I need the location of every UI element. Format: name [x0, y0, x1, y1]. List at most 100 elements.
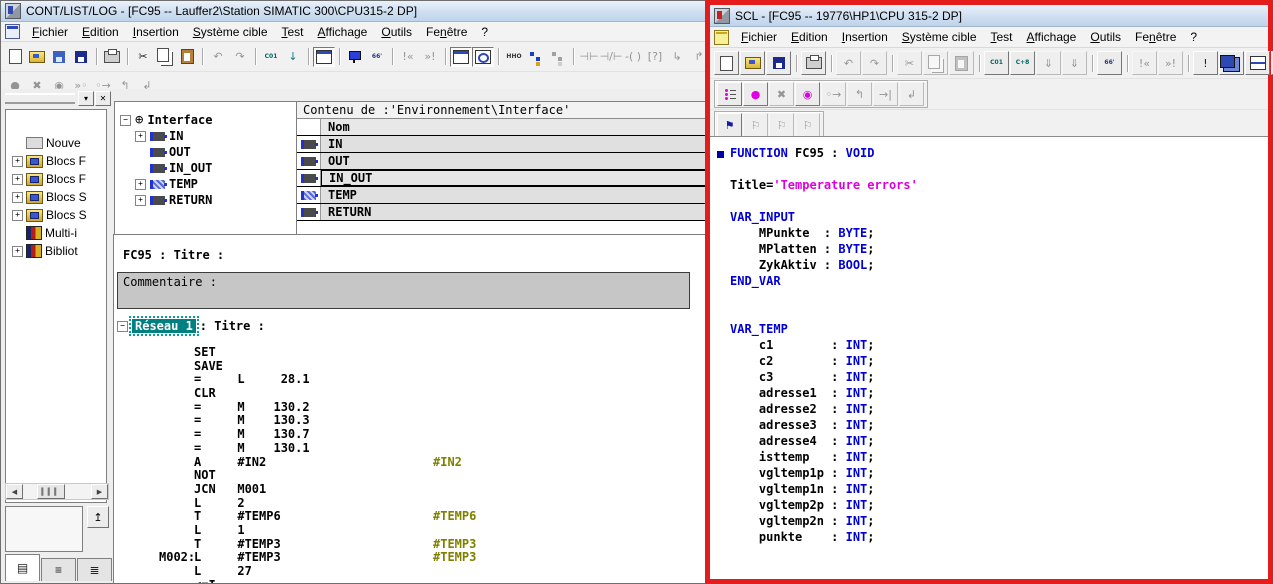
expand-icon[interactable]: +	[135, 131, 146, 142]
stl-instruction: L 2	[194, 496, 245, 510]
tab-list-view[interactable]: ≣	[77, 558, 112, 581]
monitor-toggle-button[interactable]	[313, 47, 335, 67]
paste-button[interactable]	[176, 47, 198, 67]
sidebar-item-blocs-s[interactable]: +Blocs S	[6, 206, 106, 224]
sidebar-item-bibliot[interactable]: +Bibliot	[6, 242, 106, 260]
set-breakpoint-button[interactable]: ●	[743, 82, 768, 106]
toggle-views-button[interactable]	[450, 47, 472, 67]
sidebar-grip-handle[interactable]	[5, 93, 75, 104]
print-button[interactable]	[801, 51, 826, 75]
open-button[interactable]	[740, 51, 765, 75]
program-elements-button[interactable]	[525, 47, 547, 67]
sidebar-item-blocs-s[interactable]: +Blocs S	[6, 188, 106, 206]
block-comment-box[interactable]: Commentaire :	[117, 272, 690, 309]
menu-affichage[interactable]: Affichage	[311, 24, 375, 40]
expand-icon[interactable]: +	[135, 179, 146, 190]
table-row-out[interactable]: OUT	[297, 153, 711, 170]
expand-icon[interactable]: +	[12, 174, 23, 185]
compile-button[interactable]: C01	[984, 51, 1009, 75]
menu-insertion[interactable]: Insertion	[126, 24, 186, 40]
open-button[interactable]	[26, 47, 48, 67]
new-document-button[interactable]	[714, 51, 739, 75]
tab-program-elements[interactable]: ▤	[5, 554, 40, 581]
menu-outils[interactable]: Outils	[374, 24, 419, 40]
menu-fen-tre[interactable]: Fenêtre	[1128, 29, 1183, 45]
expand-icon[interactable]: +	[12, 156, 23, 167]
menu-syst-me-cible[interactable]: Système cible	[186, 24, 275, 40]
save-button[interactable]	[766, 51, 791, 75]
sidebar-dropdown-button[interactable]: ▾	[78, 91, 94, 106]
table-row-in-out[interactable]: IN_OUT	[297, 170, 711, 187]
split-horizontal-button[interactable]	[1245, 51, 1270, 75]
compile-button[interactable]: C01	[260, 47, 282, 67]
glasses-button[interactable]: 66'	[1097, 51, 1122, 75]
save-button[interactable]	[70, 47, 92, 67]
content-pane-title: Contenu de :'Environnement\Interface'	[297, 102, 711, 119]
compile-all-icon: C+8	[1014, 56, 1031, 71]
errors-button[interactable]: !	[1193, 51, 1218, 75]
new-document-button[interactable]	[4, 47, 26, 67]
tree-item-return[interactable]: +RETURN	[115, 192, 296, 208]
breakpoint-active-button[interactable]: ◉	[795, 82, 820, 106]
tree-item-out[interactable]: OUT	[115, 144, 296, 160]
menu-edition[interactable]: Edition	[75, 24, 126, 40]
stl-instruction: = M 130.3	[194, 413, 310, 427]
menu-fen-tre[interactable]: Fenêtre	[419, 24, 474, 40]
menu-item[interactable]: ?	[474, 24, 495, 40]
menu-fichier[interactable]: Fichier	[734, 29, 784, 45]
sidebar-close-button[interactable]: ✕	[95, 91, 111, 106]
stl-comment: #TEMP3	[433, 550, 476, 564]
menu-insertion[interactable]: Insertion	[835, 29, 895, 45]
expand-icon[interactable]: +	[135, 195, 146, 206]
tree-item-in[interactable]: +IN	[115, 128, 296, 144]
download-button[interactable]: ↓	[282, 47, 304, 67]
breakpoint-list-button[interactable]	[717, 82, 742, 106]
print-button[interactable]	[101, 47, 123, 67]
new-network-button[interactable]: HHO	[503, 47, 525, 67]
monitor-option-1-button: ⚐	[743, 113, 768, 137]
tab-call-structure[interactable]: ≡	[41, 558, 76, 581]
table-row-in[interactable]: IN	[297, 136, 711, 153]
compile-all-button[interactable]: C+8	[1010, 51, 1035, 75]
scl-code-editor[interactable]: FUNCTION FC95 : VOID Title='Temperature …	[710, 136, 1268, 579]
tree-item-in-out[interactable]: IN_OUT	[115, 160, 296, 176]
tree-item-interface[interactable]: −⊕Interface	[115, 112, 296, 128]
copy-button[interactable]	[154, 47, 176, 67]
menu-edition[interactable]: Edition	[784, 29, 835, 45]
table-row-return[interactable]: RETURN	[297, 204, 711, 221]
glasses-button[interactable]: 66'	[366, 47, 388, 67]
sidebar-item-blocs-f[interactable]: +Blocs F	[6, 170, 106, 188]
overview-window-button[interactable]	[472, 47, 494, 67]
menu-fichier[interactable]: Fichier	[25, 24, 75, 40]
scroll-left-button[interactable]: ◀	[6, 484, 23, 499]
monitor-on-button[interactable]: ⚑	[717, 113, 742, 137]
symbol-node-button[interactable]	[344, 47, 366, 67]
scroll-right-button[interactable]: ▶	[91, 484, 108, 499]
sidebar-item-blocs-f[interactable]: +Blocs F	[6, 152, 106, 170]
menu-test[interactable]: Test	[984, 29, 1020, 45]
sidebar-item-nouve[interactable]: Nouve	[6, 134, 106, 152]
sidebar-horizontal-scrollbar[interactable]: ◀ ▍▍▍ ▶	[5, 483, 109, 500]
scrollbar-thumb[interactable]: ▍▍▍	[37, 484, 65, 499]
table-row-temp[interactable]: TEMP	[297, 187, 711, 204]
collapse-network-icon[interactable]: −	[117, 321, 128, 332]
stl-editor[interactable]: FC95 : Titre : Commentaire : − Réseau 1 …	[113, 234, 709, 583]
expand-icon[interactable]: +	[12, 192, 23, 203]
cut-button[interactable]: ✂	[132, 47, 154, 67]
network-label[interactable]: Réseau 1	[132, 319, 196, 333]
row-icon-cell	[297, 204, 321, 220]
jump-button[interactable]: ↥	[87, 506, 109, 528]
menu-syst-me-cible[interactable]: Système cible	[895, 29, 984, 45]
menu-test[interactable]: Test	[275, 24, 311, 40]
sidebar-item-label: Multi-i	[45, 226, 77, 240]
cascade-windows-button[interactable]	[1219, 51, 1244, 75]
menu-item[interactable]: ?	[1183, 29, 1204, 45]
save-as-button[interactable]	[48, 47, 70, 67]
menu-outils[interactable]: Outils	[1083, 29, 1128, 45]
collapse-icon[interactable]: −	[120, 115, 131, 126]
sidebar-item-multi-i[interactable]: Multi-i	[6, 224, 106, 242]
tree-item-temp[interactable]: +TEMP	[115, 176, 296, 192]
expand-icon[interactable]: +	[12, 210, 23, 221]
menu-affichage[interactable]: Affichage	[1020, 29, 1084, 45]
expand-icon[interactable]: +	[12, 246, 23, 257]
